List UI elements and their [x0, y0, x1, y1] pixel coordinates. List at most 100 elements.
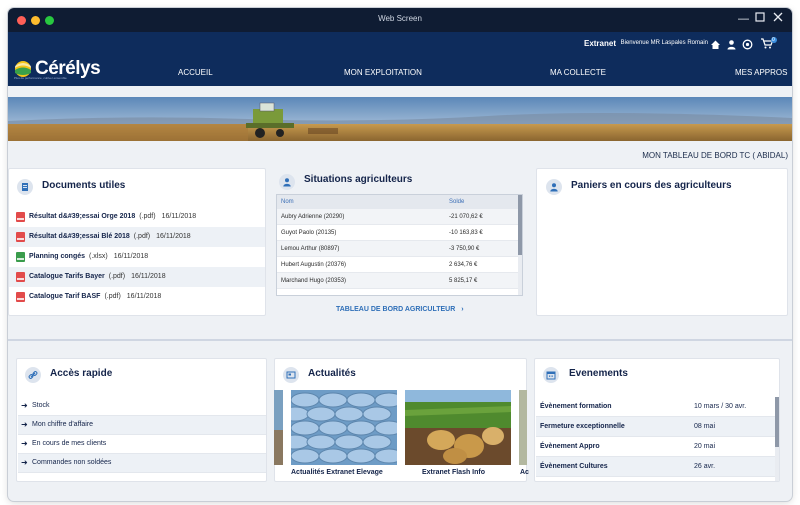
- document-row[interactable]: Planning congés (.xlsx) 16/11/2018: [9, 247, 265, 267]
- scroll-thumb[interactable]: [518, 195, 522, 255]
- actualites-title: Actualités: [308, 368, 356, 379]
- excel-icon: [16, 252, 25, 262]
- column-solde[interactable]: Solde: [449, 199, 464, 205]
- nav-ma-collecte[interactable]: MA COLLECTE: [550, 68, 606, 77]
- row-name: Guyot Paolo (20135): [281, 230, 337, 236]
- news-caption[interactable]: Ac: [520, 469, 529, 476]
- table-row[interactable]: Hubert Augustin (20376) 2 634,76 €: [277, 257, 520, 273]
- arrow-right-icon: ➜: [21, 439, 28, 448]
- person-icon: [279, 174, 295, 190]
- table-scrollbar[interactable]: [518, 195, 522, 295]
- section-divider: [8, 339, 792, 341]
- document-row[interactable]: Résultat d&#39;essai Orge 2018 (.pdf) 16/1…: [9, 207, 265, 227]
- event-row[interactable]: Évènement Appro 20 mai: [536, 437, 776, 457]
- news-image-partial-left[interactable]: [274, 390, 283, 465]
- nav-accueil[interactable]: ACCUEIL: [178, 68, 213, 77]
- events-scrollbar[interactable]: [775, 397, 779, 481]
- quick-link-commandes[interactable]: ➜ Commandes non soldées: [18, 454, 266, 473]
- close-icon[interactable]: [773, 12, 783, 25]
- news-image-potatoes[interactable]: [405, 390, 511, 465]
- quick-link-en-cours[interactable]: ➜ En cours de mes clients: [18, 435, 266, 454]
- document-name[interactable]: Catalogue Tarifs Bayer: [29, 273, 105, 280]
- harvest-banner: [8, 97, 792, 141]
- cerelys-logo[interactable]: Cérélys Plus de performance, cultiver en…: [13, 58, 103, 81]
- event-row[interactable]: Évènement formation 10 mars / 30 avr.: [536, 397, 776, 417]
- evenements-title: Evenements: [569, 368, 628, 379]
- event-name: Évènement Appro: [540, 443, 600, 450]
- scroll-thumb[interactable]: [775, 397, 779, 447]
- nav-mes-appros[interactable]: MES APPROS: [735, 68, 787, 77]
- table-header: Nom Solde: [277, 195, 520, 209]
- event-date: 20 mai: [694, 443, 716, 450]
- home-icon[interactable]: [710, 37, 721, 49]
- table-row[interactable]: Marchand Hugo (20353) 5 825,17 €: [277, 273, 520, 289]
- situations-title: Situations agriculteurs: [304, 174, 413, 185]
- document-date: 16/11/2018: [156, 233, 191, 240]
- nav-mon-exploitation[interactable]: MON EXPLOITATION: [344, 68, 422, 77]
- document-ext: (.pdf): [133, 233, 151, 240]
- document-row[interactable]: Catalogue Tarif BASF (.pdf) 16/11/2018: [9, 287, 265, 307]
- news-image-partial-right[interactable]: [519, 390, 527, 465]
- row-balance: -3 750,90 €: [449, 246, 480, 252]
- document-ext: (.xlsx): [89, 253, 108, 260]
- document-date: 16/11/2018: [161, 213, 197, 220]
- paniers-card: Paniers en cours des agriculteurs: [536, 168, 788, 316]
- document-name[interactable]: Résultat d&#39;essai Blé 2018: [29, 233, 130, 240]
- event-name: Fermeture exceptionnelle: [540, 423, 625, 430]
- cart-icon[interactable]: 0: [760, 37, 778, 49]
- welcome-text: Bienvenue MR Laspales Romain: [620, 40, 708, 46]
- document-name[interactable]: Résultat d&#39;essai Orge 2018: [29, 213, 135, 220]
- row-balance: 2 634,76 €: [449, 262, 478, 268]
- restore-icon[interactable]: [755, 12, 765, 25]
- document-row[interactable]: Catalogue Tarifs Bayer (.pdf) 16/11/2018: [9, 267, 265, 287]
- arrow-right-icon: ➜: [21, 420, 28, 429]
- logo-tagline: Plus de performance, cultiver ensemble: [14, 76, 67, 80]
- event-row[interactable]: Évènement Cultures 26 avr.: [536, 457, 776, 477]
- acces-rapide-card: Accès rapide ➜ Stock ➜ Mon chiffre d'aff…: [16, 358, 267, 482]
- user-icon[interactable]: [726, 37, 737, 50]
- table-row[interactable]: Aubry Adrienne (20290) -21 070,62 €: [277, 209, 520, 225]
- quick-link-stock[interactable]: ➜ Stock: [18, 397, 266, 416]
- quick-link-chiffre-affaire[interactable]: ➜ Mon chiffre d'affaire: [18, 416, 266, 435]
- site-header: Extranet Bienvenue MR Laspales Romain 0 …: [8, 32, 792, 86]
- calendar-icon: [543, 367, 559, 383]
- arrow-right-icon: ➜: [21, 458, 28, 467]
- title-bar: Web Screen —: [8, 8, 792, 32]
- document-date: 16/11/2018: [131, 273, 166, 280]
- quick-link-label[interactable]: Mon chiffre d'affaire: [32, 421, 93, 428]
- document-row[interactable]: Résultat d&#39;essai Blé 2018 (.pdf) 16/11…: [9, 227, 265, 247]
- event-row[interactable]: Fermeture exceptionnelle 08 mai: [536, 417, 776, 437]
- arrow-right-icon: ➜: [21, 401, 28, 410]
- column-nom[interactable]: Nom: [281, 199, 294, 205]
- event-date: 08 mai: [694, 423, 716, 430]
- table-row[interactable]: Guyot Paolo (20135) -10 163,83 €: [277, 225, 520, 241]
- row-name: Marchand Hugo (20353): [281, 278, 347, 284]
- row-balance: 5 825,17 €: [449, 278, 478, 284]
- minimize-icon[interactable]: —: [738, 13, 749, 25]
- event-name: Évènement Cultures: [540, 463, 608, 470]
- document-date: 16/11/2018: [126, 293, 162, 300]
- quick-link-label[interactable]: En cours de mes clients: [32, 440, 106, 447]
- situations-table[interactable]: Nom Solde Aubry Adrienne (20290) -21 070…: [276, 194, 523, 296]
- news-caption[interactable]: Extranet Flash Info: [422, 469, 485, 476]
- dashboard-farmer-link[interactable]: TABLEAU DE BORD AGRICULTEUR ›: [336, 306, 464, 313]
- dashboard-title: MON TABLEAU DE BORD TC ( ABIDAL): [642, 151, 788, 160]
- pdf-icon: [16, 232, 25, 242]
- table-row[interactable]: Lemou Arthur (80897) -3 750,90 €: [277, 241, 520, 257]
- document-name[interactable]: Planning congés: [29, 253, 85, 260]
- document-ext: (.pdf): [139, 213, 156, 220]
- browser-window: Web Screen — Extranet Bienvenue MR Laspa…: [8, 8, 792, 501]
- quick-link-label[interactable]: Stock: [32, 402, 50, 409]
- link-label[interactable]: TABLEAU DE BORD AGRICULTEUR: [336, 306, 455, 313]
- paniers-title: Paniers en cours des agriculteurs: [571, 180, 732, 191]
- event-name: Évènement formation: [540, 403, 612, 410]
- link-icon: [25, 367, 41, 383]
- row-name: Aubry Adrienne (20290): [281, 214, 345, 220]
- news-caption[interactable]: Actualités Extranet Elevage: [291, 469, 383, 476]
- document-name[interactable]: Catalogue Tarif BASF: [29, 293, 100, 300]
- quick-link-label[interactable]: Commandes non soldées: [32, 459, 111, 466]
- pdf-icon: [16, 292, 25, 302]
- event-date: 10 mars / 30 avr.: [694, 403, 747, 410]
- power-icon[interactable]: [742, 37, 753, 50]
- news-image-seed-bags[interactable]: [291, 390, 397, 465]
